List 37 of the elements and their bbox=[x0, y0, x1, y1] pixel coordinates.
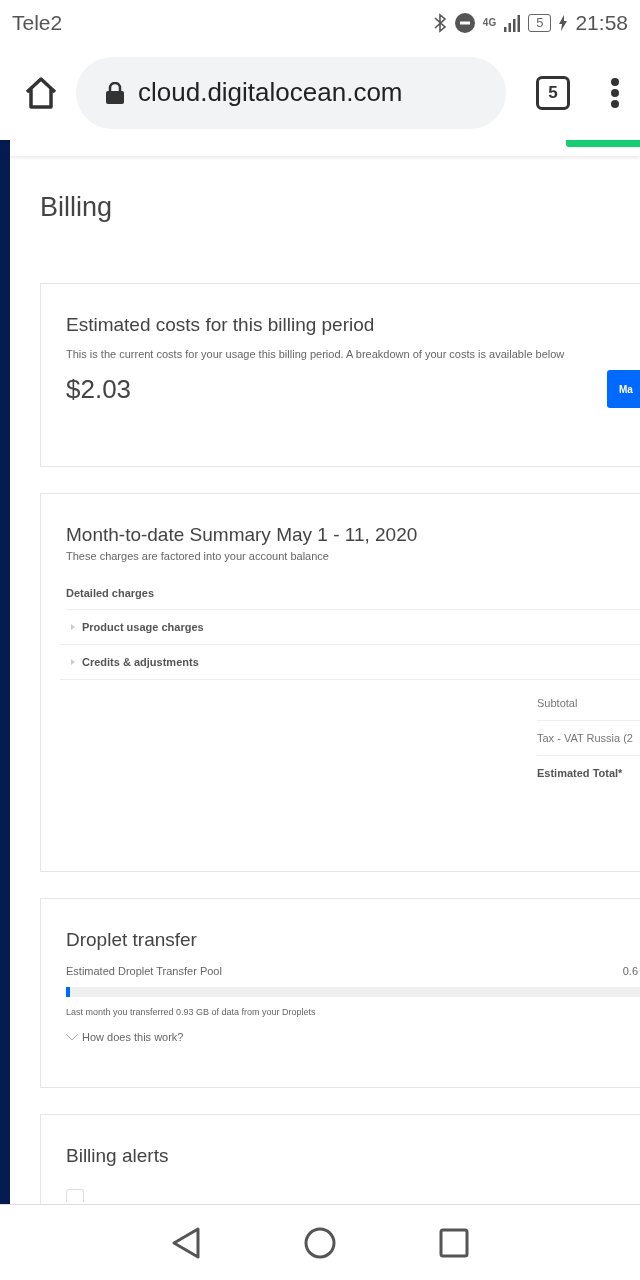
home-circle-icon[interactable] bbox=[304, 1226, 336, 1259]
clock: 21:58 bbox=[575, 10, 628, 35]
network-label: 4G bbox=[482, 17, 497, 28]
card-subtitle: These charges are factored into your account balance bbox=[66, 550, 330, 562]
card-title: Droplet transfer bbox=[66, 929, 198, 951]
card-description: This is the current costs for your usage this billing period. A breakdown of your costs is available below bbox=[66, 348, 566, 360]
signal-icon bbox=[504, 13, 521, 32]
section-label: Detailed charges bbox=[66, 587, 640, 610]
pool-value: 0.6 bbox=[622, 965, 638, 977]
total-label: Subtotal bbox=[537, 686, 640, 721]
recents-icon[interactable] bbox=[438, 1227, 469, 1258]
carrier-label: Tele2 bbox=[12, 10, 63, 35]
lock-icon bbox=[106, 81, 124, 104]
address-bar[interactable]: cloud.digitalocean.com bbox=[76, 56, 506, 129]
battery-indicator: 5 bbox=[528, 13, 552, 32]
do-not-disturb-icon bbox=[454, 12, 475, 33]
action-button[interactable]: Ma bbox=[607, 370, 640, 408]
card-title: Estimated costs for this billing period bbox=[66, 314, 376, 336]
alert-checkbox[interactable] bbox=[66, 1189, 84, 1202]
chevron-down-icon bbox=[66, 1033, 78, 1041]
total-label: Tax - VAT Russia (2 bbox=[537, 721, 640, 756]
total-label: Estimated Total* bbox=[537, 766, 624, 781]
card-title: Billing alerts bbox=[66, 1145, 170, 1167]
home-icon[interactable] bbox=[24, 76, 58, 109]
back-icon[interactable] bbox=[171, 1226, 202, 1259]
card-title: Month-to-date Summary May 1 - 11, 2020 bbox=[66, 524, 419, 546]
pool-label: Estimated Droplet Transfer Pool bbox=[66, 965, 222, 977]
transfer-note: Last month you transferred 0.93 GB of data from your Droplets bbox=[66, 1007, 317, 1017]
charges-row[interactable]: Credits & adjustments bbox=[60, 645, 640, 680]
charges-row[interactable]: Product usage charges bbox=[60, 610, 640, 645]
cost-amount: $2.03 bbox=[66, 373, 132, 405]
help-link[interactable]: How does this work? bbox=[82, 1031, 184, 1043]
more-options-icon[interactable] bbox=[610, 77, 620, 108]
charging-icon bbox=[559, 14, 568, 31]
page-title: Billing bbox=[40, 192, 114, 223]
bluetooth-icon bbox=[432, 12, 447, 33]
tab-count-button[interactable]: 5 bbox=[536, 75, 570, 110]
